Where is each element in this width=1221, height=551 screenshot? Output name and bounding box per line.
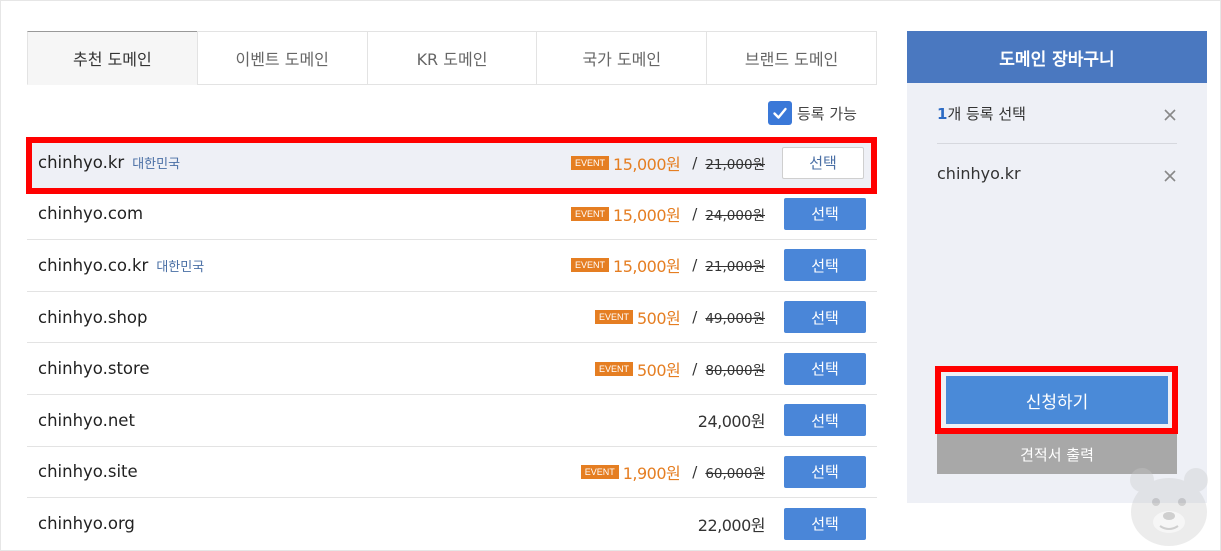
domain-cart: 도메인 장바구니 1개 등록 선택 chinhyo.kr 신청하기 견적서 출력 xyxy=(907,31,1207,503)
event-badge: EVENT xyxy=(594,310,633,325)
cart-item: chinhyo.kr xyxy=(937,164,1021,183)
cart-count-number: 1 xyxy=(937,105,948,123)
available-checkbox[interactable] xyxy=(768,101,792,125)
event-badge: EVENT xyxy=(571,155,610,170)
original-price: 21,000원 xyxy=(705,156,765,173)
event-badge: EVENT xyxy=(571,206,610,221)
domain-name: chinhyo.kr 대한민국 xyxy=(38,153,181,173)
tab-kr[interactable]: KR 도메인 xyxy=(366,32,537,85)
check-icon xyxy=(773,107,787,119)
price-separator: / xyxy=(692,308,698,327)
select-button[interactable]: 선택 xyxy=(782,146,864,179)
price-area: EVENT 15,000원 / 21,000원 xyxy=(571,151,765,175)
price-separator: / xyxy=(692,204,698,223)
price-area: EVENT 500원 / 80,000원 xyxy=(594,357,765,381)
cart-divider xyxy=(937,143,1177,144)
price-area: 24,000원 xyxy=(697,408,766,432)
domain-row: chinhyo.net 24,000원 선택 xyxy=(27,395,877,447)
event-badge: EVENT xyxy=(571,258,610,273)
cart-title: 도메인 장바구니 xyxy=(907,31,1207,83)
domain-name: chinhyo.co.kr 대한민국 xyxy=(38,255,205,275)
domain-row: chinhyo.com EVENT 15,000원 / 24,000원 선택 xyxy=(27,189,877,241)
price-area: EVENT 500원 / 49,000원 xyxy=(594,305,765,329)
price-separator: / xyxy=(692,359,698,378)
select-button[interactable]: 선택 xyxy=(784,507,866,540)
domain-row: chinhyo.co.kr 대한민국 EVENT 15,000원 / 21,000… xyxy=(27,240,877,292)
available-filter-label: 등록 가능 xyxy=(797,104,857,123)
apply-button[interactable]: 신청하기 xyxy=(946,376,1168,424)
event-price: 500원 xyxy=(637,309,681,329)
original-price: 24,000원 xyxy=(705,207,765,224)
select-button[interactable]: 선택 xyxy=(784,301,866,334)
regular-price: 24,000원 xyxy=(697,412,766,432)
domain-row: chinhyo.org 22,000원 선택 xyxy=(27,498,877,550)
tab-country[interactable]: 국가 도메인 xyxy=(536,32,707,85)
bear-mascot-watermark xyxy=(1130,468,1208,546)
domain-row: chinhyo.shop EVENT 500원 / 49,000원 선택 xyxy=(27,292,877,344)
price-area: EVENT 15,000원 / 21,000원 xyxy=(571,253,765,277)
select-button[interactable]: 선택 xyxy=(784,455,866,488)
regular-price: 22,000원 xyxy=(697,515,766,535)
price-separator: / xyxy=(692,256,698,275)
tab-recommended[interactable]: 추천 도메인 xyxy=(27,31,197,85)
price-area: EVENT 15,000원 / 24,000원 xyxy=(571,202,765,226)
domain-row: chinhyo.kr 대한민국 EVENT 15,000원 / 21,000원 선… xyxy=(27,137,877,189)
event-price: 1,900원 xyxy=(622,463,681,483)
tab-event[interactable]: 이벤트 도메인 xyxy=(196,32,367,85)
event-price: 500원 xyxy=(637,360,681,380)
available-filter[interactable]: 등록 가능 xyxy=(768,100,857,126)
remove-item-icon[interactable] xyxy=(1163,169,1177,183)
cart-count-text: 개 등록 선택 xyxy=(947,105,1026,123)
select-button[interactable]: 선택 xyxy=(784,352,866,385)
select-button[interactable]: 선택 xyxy=(784,249,866,282)
event-badge: EVENT xyxy=(594,361,633,376)
domain-name: chinhyo.site xyxy=(38,462,138,482)
event-price: 15,000원 xyxy=(613,257,681,277)
price-area: EVENT 1,900원 / 60,000원 xyxy=(580,460,765,484)
country-label: 대한민국 xyxy=(156,259,205,275)
domain-tabs: 추천 도메인 이벤트 도메인 KR 도메인 국가 도메인 브랜드 도메인 xyxy=(27,31,877,85)
domain-row: chinhyo.store EVENT 500원 / 80,000원 선택 xyxy=(27,343,877,395)
event-price: 15,000원 xyxy=(613,154,681,174)
domain-name: chinhyo.shop xyxy=(38,307,148,327)
cart-count: 1개 등록 선택 xyxy=(937,103,1026,124)
price-separator: / xyxy=(692,153,698,172)
select-button[interactable]: 선택 xyxy=(784,404,866,437)
original-price: 80,000원 xyxy=(705,362,765,379)
domain-row: chinhyo.site EVENT 1,900원 / 60,000원 선택 xyxy=(27,447,877,499)
domain-name: chinhyo.net xyxy=(38,410,135,430)
tab-brand[interactable]: 브랜드 도메인 xyxy=(706,32,876,85)
domain-name: chinhyo.com xyxy=(38,204,144,224)
domain-name: chinhyo.store xyxy=(38,359,150,379)
country-label: 대한민국 xyxy=(132,157,181,173)
original-price: 60,000원 xyxy=(705,465,765,482)
price-area: 22,000원 xyxy=(697,512,766,536)
original-price: 49,000원 xyxy=(705,311,765,328)
price-separator: / xyxy=(692,462,698,481)
clear-all-icon[interactable] xyxy=(1163,108,1177,122)
event-price: 15,000원 xyxy=(613,205,681,225)
domain-name: chinhyo.org xyxy=(38,514,135,534)
domain-list: chinhyo.kr 대한민국 EVENT 15,000원 / 21,000원 선… xyxy=(27,137,877,550)
original-price: 21,000원 xyxy=(705,259,765,276)
event-badge: EVENT xyxy=(580,464,619,479)
select-button[interactable]: 선택 xyxy=(784,197,866,230)
